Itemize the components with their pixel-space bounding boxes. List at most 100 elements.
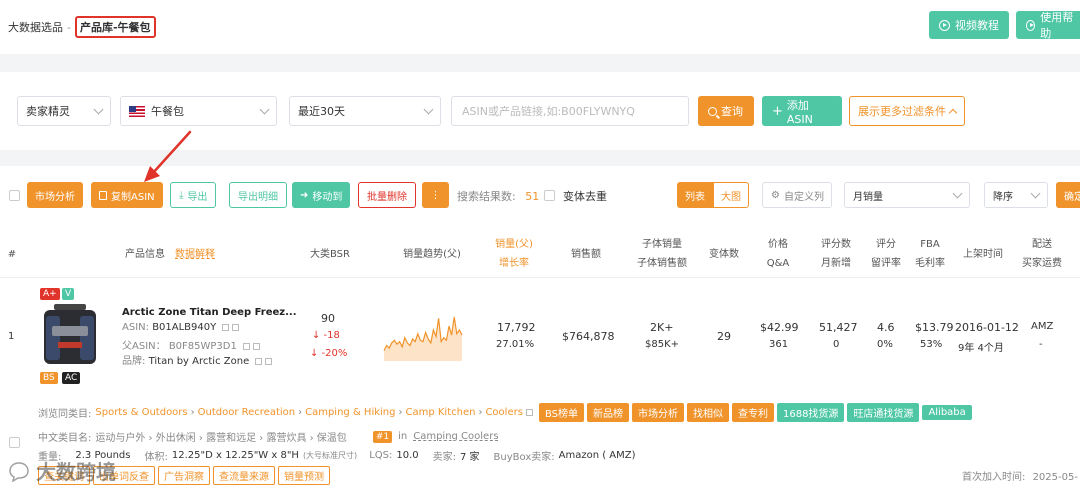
copy-asin-label: 复制ASIN — [111, 191, 155, 203]
listing-age-value: 9年 4个月 — [958, 343, 1004, 354]
batch-delete-label: 批量删除 — [367, 191, 407, 203]
browse-path-item[interactable]: Camping & Hiking — [305, 407, 395, 418]
chevron-down-icon — [1030, 188, 1041, 199]
col-qa-label: Q&A — [766, 258, 790, 269]
first-added-label: 首次加入时间: — [962, 472, 1026, 483]
col-product-info-label: 产品信息 — [125, 248, 165, 260]
first-added-line: 首次加入时间: 2025-05- — [962, 468, 1078, 483]
video-tutorial-button[interactable]: 视频教程 — [929, 11, 1009, 39]
query-button[interactable]: 查询 — [698, 96, 754, 126]
col-listing-date[interactable]: 上架时间 — [958, 230, 1008, 278]
col-rating-label: 评分 — [876, 239, 896, 250]
col-delivery[interactable]: 配送 买家运费 — [1018, 230, 1066, 278]
breadcrumb-root[interactable]: 大数据选品 — [8, 19, 63, 35]
col-child-sales[interactable]: 子体销量 子体销售额 — [632, 230, 692, 278]
copy-icon[interactable] — [222, 323, 230, 331]
browse-path-item[interactable]: Sports & Outdoors — [95, 407, 187, 418]
view-grid-toggle[interactable]: 大图 — [713, 182, 749, 208]
external-link-icon[interactable] — [232, 323, 240, 331]
move-to-button[interactable]: ➜ 移动到 — [292, 182, 351, 208]
help-label: 使用帮助 — [1040, 11, 1074, 40]
find-similar-button[interactable]: 找相似 — [686, 403, 729, 422]
bsr-change: ↓ -18 — [312, 330, 340, 341]
path-separator: › — [478, 407, 483, 418]
variant-dedupe-checkbox[interactable] — [544, 190, 555, 201]
add-asin-button[interactable]: + 添加ASIN — [762, 96, 842, 126]
traffic-source-button[interactable]: 查流量来源 — [213, 466, 275, 485]
external-link-icon[interactable] — [265, 357, 273, 365]
buybox-value: Amazon ( AMZ) — [558, 450, 636, 461]
product-image[interactable] — [40, 302, 100, 368]
bs-list-button[interactable]: BS榜单 — [538, 403, 584, 422]
chevron-down-icon — [93, 104, 104, 115]
new-release-button[interactable]: 新品榜 — [586, 403, 629, 422]
delivery-value: AMZ — [1031, 321, 1054, 332]
sort-field-select[interactable]: 月销量 — [844, 182, 970, 208]
alibaba-button[interactable]: Alibaba — [922, 405, 972, 420]
market-analysis-button[interactable]: 市场分析 — [27, 182, 83, 208]
rank-category-link[interactable]: Camping Coolers — [413, 431, 498, 442]
col-fba[interactable]: FBA 毛利率 — [910, 230, 950, 278]
col-revenue[interactable]: 销售额 — [556, 230, 616, 278]
breadcrumb-separator: - — [67, 20, 71, 34]
parent-asin-value[interactable]: B0F85WP3D1 — [169, 341, 237, 352]
listing-date-value: 2016-01-12 — [955, 321, 1019, 334]
col-sales[interactable]: 销量(父) 增长率 — [484, 230, 544, 278]
growth-value: 27.01% — [496, 339, 535, 350]
data-explain-link[interactable]: 数据解释 — [175, 245, 215, 264]
row-checkbox[interactable] — [9, 437, 20, 448]
batch-delete-button[interactable]: 批量删除 — [358, 182, 416, 208]
asin-line: ASIN: B01ALB940Y — [122, 322, 240, 333]
select-all-checkbox[interactable] — [9, 190, 20, 201]
bestseller-badge: BS — [40, 372, 58, 384]
asin-search-input[interactable]: ASIN或产品链接,如:B00FLYWNYQ — [451, 96, 689, 126]
source-1688-button[interactable]: 1688找货源 — [776, 403, 845, 422]
external-link-icon[interactable] — [253, 342, 261, 350]
more-filters-button[interactable]: 展示更多过滤条件 — [849, 96, 965, 126]
col-variants[interactable]: 变体数 — [704, 230, 744, 278]
export-detail-button[interactable]: 导出明细 — [229, 182, 287, 208]
col-rating[interactable]: 评分 留评率 — [866, 230, 906, 278]
col-sales-trend[interactable]: 销量趋势(父) — [390, 230, 474, 278]
browse-path-item[interactable]: Coolers — [485, 407, 522, 418]
sort-order-select[interactable]: 降序 — [984, 182, 1048, 208]
copy-icon[interactable] — [255, 357, 263, 365]
category-select[interactable]: 午餐包 — [120, 96, 277, 126]
margin-value: 53% — [920, 339, 943, 350]
date-range-select[interactable]: 最近30天 — [289, 96, 441, 126]
patent-check-button[interactable]: 查专利 — [731, 403, 774, 422]
browse-path-item[interactable]: Camp Kitchen — [405, 407, 475, 418]
move-to-label: 移动到 — [312, 191, 343, 203]
sort-order-value: 降序 — [993, 191, 1013, 203]
more-actions-button[interactable]: ⋮ — [422, 182, 449, 208]
lqs-label: LQS: — [369, 450, 393, 461]
view-list-toggle[interactable]: 列表 — [677, 182, 713, 208]
col-bsr[interactable]: 大类BSR — [300, 230, 360, 278]
site-type-select[interactable]: 卖家精灵 — [17, 96, 111, 126]
result-label: 搜索结果数: — [457, 190, 516, 203]
sellers-value[interactable]: 7 家 — [460, 448, 480, 463]
help-button[interactable]: 使用帮助 — [1016, 11, 1080, 40]
col-price[interactable]: 价格 Q&A — [758, 230, 798, 278]
market-analysis-link-button[interactable]: 市场分析 — [631, 403, 684, 422]
external-link-icon[interactable] — [525, 409, 533, 416]
ad-insight-button[interactable]: 广告洞察 — [158, 466, 210, 485]
col-rating-count[interactable]: 评分数 月新增 — [816, 230, 856, 278]
gear-icon: ⚙ — [771, 189, 780, 201]
asin-value[interactable]: B01ALB940Y — [152, 322, 216, 333]
amazon-choice-badge: AC — [62, 372, 81, 384]
sales-trend-sparkline[interactable] — [381, 314, 465, 364]
copy-icon[interactable] — [243, 342, 251, 350]
asin-search-placeholder: ASIN或产品链接,如:B00FLYWNYQ — [462, 105, 635, 118]
custom-columns-button[interactable]: ⚙ 自定义列 — [762, 182, 832, 208]
chevron-down-icon — [423, 104, 434, 115]
site-type-value: 卖家精灵 — [26, 105, 70, 118]
browse-path-item[interactable]: Outdoor Recreation — [198, 407, 295, 418]
wangdiantong-source-button[interactable]: 旺店通找货源 — [847, 403, 920, 422]
product-title[interactable]: Arctic Zone Titan Deep Freez... — [122, 307, 297, 318]
sales-forecast-button[interactable]: 销量预测 — [278, 466, 330, 485]
fba-value: $13.79 — [915, 321, 954, 334]
brand-value[interactable]: Titan by Arctic Zone — [149, 356, 250, 367]
bsr-change-pct: ↓ -20% — [310, 348, 348, 359]
confirm-button[interactable]: 确定 — [1056, 182, 1080, 208]
